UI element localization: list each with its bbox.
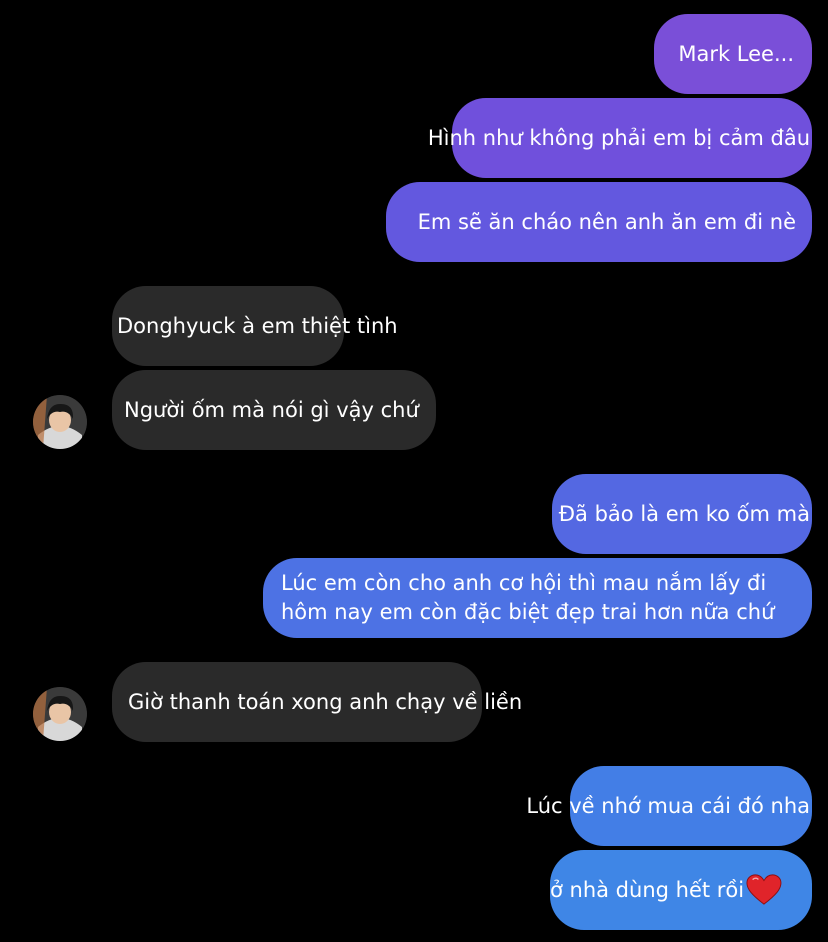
message-text: Mark Lee... — [678, 41, 794, 66]
message-bubble-sent[interactable]: Lúc về nhớ mua cái đó nha — [526, 766, 812, 846]
message-line: Lúc em còn cho anh cơ hội thì mau nắm lấ… — [281, 571, 767, 595]
avatar[interactable] — [33, 395, 87, 449]
message-text: Lúc em còn cho anh cơ hội thì mau nắm lấ… — [281, 569, 774, 627]
profile-photo-icon — [33, 687, 87, 741]
message-bubble-sent[interactable]: Em sẽ ăn cháo nên anh ăn em đi nè — [386, 182, 812, 262]
message-bubble-sent[interactable]: Đã bảo là em ko ốm mà — [552, 474, 812, 554]
message-bubble-sent[interactable]: ở nhà dùng hết rồi — [550, 850, 812, 930]
message-bubble-sent[interactable]: Lúc em còn cho anh cơ hội thì mau nắm lấ… — [263, 558, 812, 638]
message-line: hôm nay em còn đặc biệt đẹp trai hơn nữa… — [281, 600, 775, 624]
message-bubble-sent[interactable]: Hình như không phải em bị cảm đâu — [428, 98, 812, 178]
message-text: Đã bảo là em ko ốm mà — [558, 501, 810, 526]
message-text: Giờ thanh toán xong anh chạy về liền — [128, 689, 523, 714]
message-bubble-sent[interactable]: Mark Lee... — [654, 14, 812, 94]
message-bubble-received[interactable]: Người ốm mà nói gì vậy chứ — [112, 370, 436, 450]
message-bubble-received[interactable]: Donghyuck à em thiệt tình — [112, 286, 398, 366]
message-text: Hình như không phải em bị cảm đâu — [427, 125, 810, 150]
message-bubble-received[interactable]: Giờ thanh toán xong anh chạy về liền — [112, 662, 522, 742]
message-text: Donghyuck à em thiệt tình — [117, 313, 398, 338]
profile-photo-icon — [33, 395, 87, 449]
message-text: Lúc về nhớ mua cái đó nha — [526, 793, 810, 818]
message-text: Em sẽ ăn cháo nên anh ăn em đi nè — [417, 209, 796, 234]
message-text: ở nhà dùng hết rồi — [550, 877, 745, 902]
message-text: Người ốm mà nói gì vậy chứ — [124, 397, 419, 422]
avatar[interactable] — [33, 687, 87, 741]
heart-icon — [746, 874, 782, 905]
